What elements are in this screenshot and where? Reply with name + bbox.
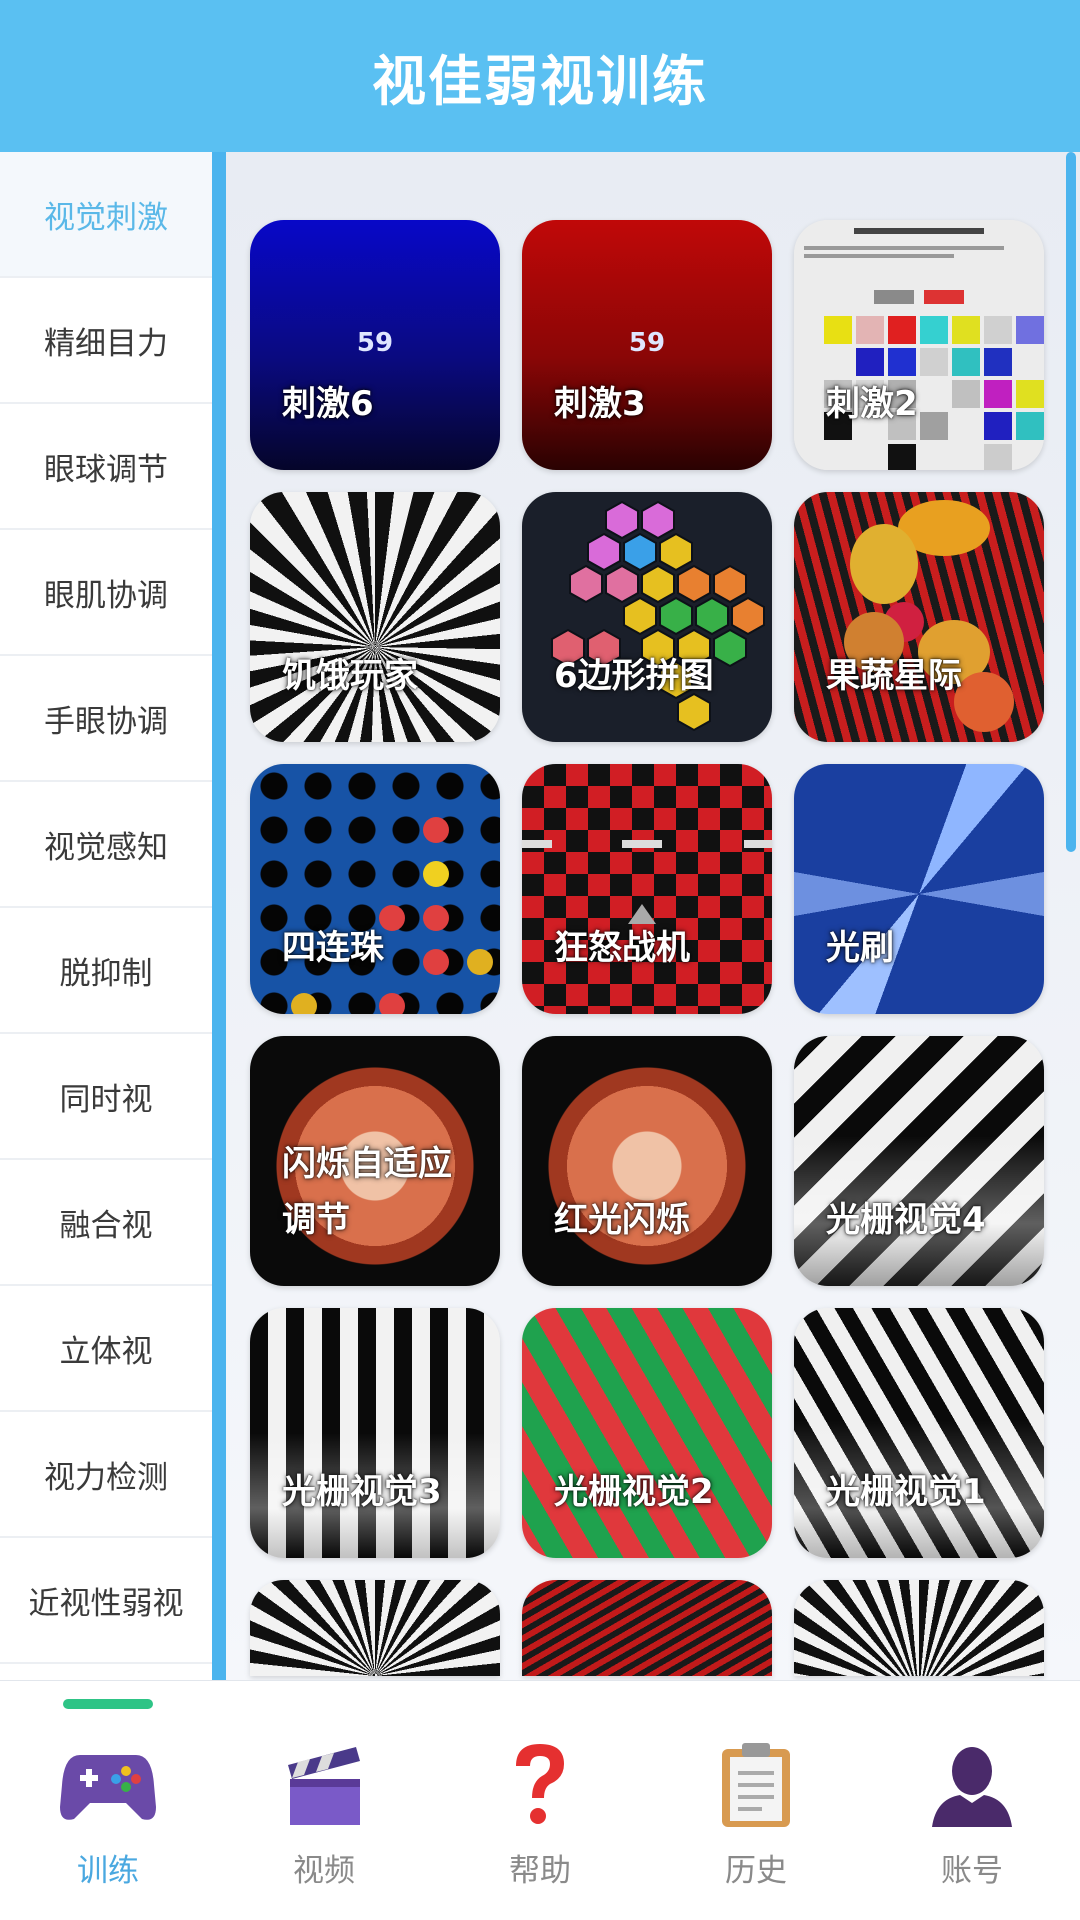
tab-training[interactable]: 训练 <box>0 1681 216 1920</box>
sidebar-item-simultaneous-vision[interactable]: 同时视 <box>0 1034 212 1160</box>
sidebar-item-visual-stimulation[interactable]: 视觉刺激 <box>0 152 212 278</box>
tab-video[interactable]: 视频 <box>216 1681 432 1920</box>
game-card-fruit-galaxy[interactable]: 果蔬星际 <box>794 492 1044 742</box>
game-card-grating-3[interactable]: 光栅视觉3 <box>250 1308 500 1558</box>
sidebar-item-eye-muscle[interactable]: 眼肌协调 <box>0 530 212 656</box>
card-label: 狂怒战机 <box>554 928 690 968</box>
card-label: 6边形拼图 <box>554 656 714 696</box>
game-card-hungry-player[interactable]: 饥饿玩家 <box>250 492 500 742</box>
game-card-grating-1[interactable]: 光栅视觉1 <box>794 1308 1044 1558</box>
card-label: 光栅视觉4 <box>826 1200 986 1240</box>
card-label: 光栅视觉2 <box>554 1472 714 1512</box>
card-label: 光栅视觉1 <box>826 1472 986 1512</box>
clipboard-icon <box>706 1735 806 1835</box>
color-grid-thumbnail <box>794 220 1044 470</box>
tab-label: 视频 <box>293 1853 355 1889</box>
card-number: 59 <box>628 328 666 358</box>
category-sidebar: 视觉刺激 精细目力 眼球调节 眼肌协调 手眼协调 视觉感知 脱抑制 同时视 融合… <box>0 152 212 1680</box>
sidebar-divider <box>212 152 226 1680</box>
game-card-flicker-adaptive[interactable]: 闪烁自适应调节 <box>250 1036 500 1286</box>
game-card-stim3[interactable]: 59 刺激3 <box>522 220 772 470</box>
scrollbar[interactable] <box>1066 152 1076 852</box>
fruit-thumbnail <box>844 500 1014 732</box>
question-mark-icon <box>490 1735 590 1835</box>
sidebar-item-vision-test[interactable]: 视力检测 <box>0 1412 212 1538</box>
card-label: 光栅视觉3 <box>282 1472 442 1512</box>
card-label: 刺激6 <box>282 384 374 424</box>
game-card-partial-2[interactable] <box>522 1580 772 1676</box>
tab-label: 训练 <box>77 1853 139 1889</box>
sidebar-item-myopic-amblyopia[interactable]: 近视性弱视 <box>0 1538 212 1664</box>
card-label: 果蔬星际 <box>826 656 962 696</box>
game-grid-panel: 59 刺激6 59 刺激3 刺激2 饥饿玩家 6边形拼图 果蔬星际 四连珠 狂怒… <box>226 152 1080 1680</box>
tab-help[interactable]: 帮助 <box>432 1681 648 1920</box>
sidebar-item-visual-perception[interactable]: 视觉感知 <box>0 782 212 908</box>
sidebar-item-fusion[interactable]: 融合视 <box>0 1160 212 1286</box>
card-label: 四连珠 <box>282 928 384 968</box>
card-label: 闪烁自适应调节 <box>282 1144 452 1240</box>
game-card-partial-3[interactable] <box>794 1580 1044 1676</box>
sidebar-item-fine-vision[interactable]: 精细目力 <box>0 278 212 404</box>
connect-four-thumbnail <box>291 817 493 1014</box>
game-card-hex-puzzle[interactable]: 6边形拼图 <box>522 492 772 742</box>
game-grid: 59 刺激6 59 刺激3 刺激2 饥饿玩家 6边形拼图 果蔬星际 四连珠 狂怒… <box>250 220 1044 1676</box>
card-label: 红光闪烁 <box>554 1200 690 1240</box>
fighter-thumbnail <box>522 840 772 924</box>
card-number: 59 <box>356 328 394 358</box>
clapperboard-icon <box>274 1735 374 1835</box>
game-card-connect-four[interactable]: 四连珠 <box>250 764 500 1014</box>
game-card-partial-1[interactable] <box>250 1580 500 1676</box>
sidebar-item-stereo[interactable]: 立体视 <box>0 1286 212 1412</box>
card-label: 刺激2 <box>826 384 918 424</box>
game-card-grating-2[interactable]: 光栅视觉2 <box>522 1308 772 1558</box>
hex-puzzle-thumbnail <box>551 500 765 732</box>
sidebar-item-anti-suppression[interactable]: 脱抑制 <box>0 908 212 1034</box>
bottom-tab-bar: 训练 视频 帮助 历史 账号 <box>0 1680 1080 1920</box>
tab-label: 历史 <box>725 1853 787 1889</box>
game-card-stim6[interactable]: 59 刺激6 <box>250 220 500 470</box>
gamepad-icon <box>58 1735 158 1835</box>
page-title: 视佳弱视训练 <box>372 49 708 113</box>
game-card-grating-4[interactable]: 光栅视觉4 <box>794 1036 1044 1286</box>
user-icon <box>922 1735 1022 1835</box>
tab-label: 账号 <box>941 1853 1003 1889</box>
tab-label: 帮助 <box>509 1853 571 1889</box>
app-header: 视佳弱视训练 <box>0 0 1080 152</box>
game-card-red-flicker[interactable]: 红光闪烁 <box>522 1036 772 1286</box>
sidebar-item-hand-eye[interactable]: 手眼协调 <box>0 656 212 782</box>
active-tab-indicator <box>63 1699 153 1709</box>
card-label: 饥饿玩家 <box>282 656 418 696</box>
game-card-fury-fighter[interactable]: 狂怒战机 <box>522 764 772 1014</box>
card-label: 光刷 <box>826 928 894 968</box>
game-card-light-brush[interactable]: 光刷 <box>794 764 1044 1014</box>
tab-history[interactable]: 历史 <box>648 1681 864 1920</box>
game-card-stim2[interactable]: 刺激2 <box>794 220 1044 470</box>
card-label: 刺激3 <box>554 384 646 424</box>
tab-account[interactable]: 账号 <box>864 1681 1080 1920</box>
sidebar-item-eye-accommodation[interactable]: 眼球调节 <box>0 404 212 530</box>
